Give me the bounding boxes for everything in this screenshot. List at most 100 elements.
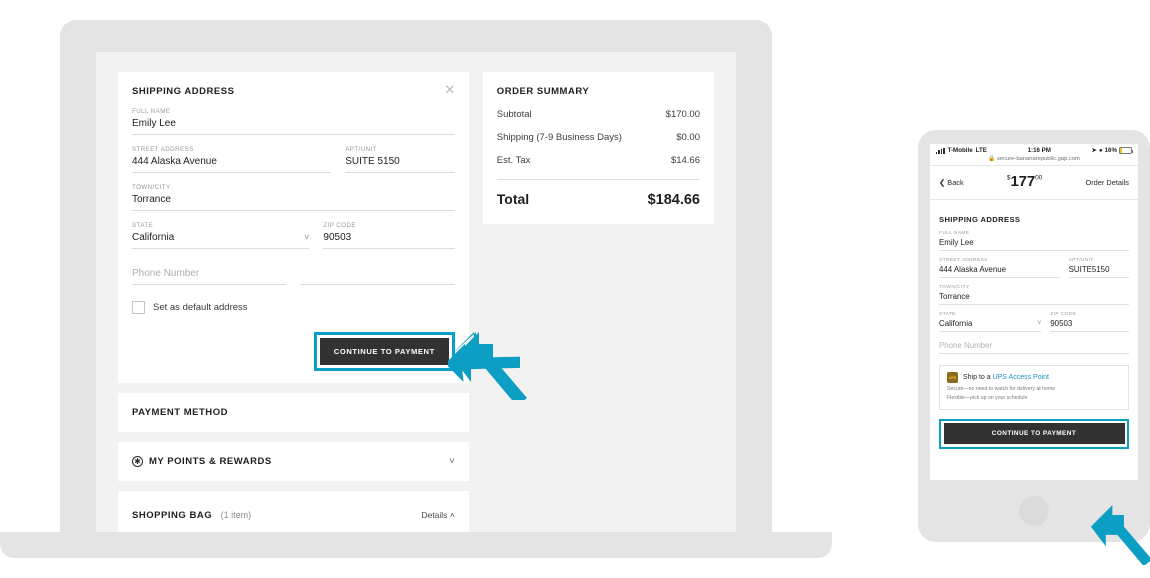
ups-access-point-link[interactable]: UPS Access Point — [993, 374, 1049, 381]
street-address-field[interactable]: STREET ADDRESS 444 Alaska Avenue — [132, 146, 332, 173]
apt-unit-field[interactable]: APT/UNIT SUITE 5150 — [345, 146, 455, 173]
mobile-full-name-field[interactable]: FULL NAME Emily Lee — [939, 231, 1129, 251]
continue-to-payment-button[interactable]: CONTINUE TO PAYMENT — [319, 338, 449, 365]
battery-icon — [1119, 147, 1134, 154]
back-button[interactable]: ❮ Back — [939, 178, 964, 187]
total-label: Total — [496, 191, 530, 207]
bag-details-toggle[interactable]: Details ˄ — [421, 510, 454, 520]
full-name-field[interactable]: FULL NAME Emily Lee — [132, 108, 455, 135]
mobile-shipping-title: SHIPPING ADDRESS — [939, 215, 1021, 224]
chevron-down-icon[interactable]: ˅ — [449, 456, 455, 467]
summary-row-subtotal: Subtotal $170.00 — [497, 109, 700, 120]
laptop-screen: SHIPPING ADDRESS ✕ FULL NAME Emily Lee S… — [96, 52, 736, 532]
zip-code-value: 90503 — [323, 232, 455, 249]
phone-number-placeholder: Phone Number — [132, 268, 287, 285]
shopping-bag-card: SHOPPING BAG (1 item) Details ˄ — [118, 491, 469, 532]
mobile-street-field[interactable]: STREET ADDRESS 444 Alaska Avenue — [939, 258, 1060, 278]
shopping-bag-title: SHOPPING BAG — [132, 510, 213, 521]
zip-code-label: ZIP CODE — [323, 222, 356, 229]
payment-method-card[interactable]: PAYMENT METHOD — [118, 393, 469, 432]
set-default-checkbox[interactable] — [132, 301, 145, 314]
zip-code-field[interactable]: ZIP CODE 90503 — [323, 222, 455, 249]
ups-benefit-line-1: Secure—no need to watch for delivery at … — [947, 386, 1056, 392]
summary-total-row: Total $184.66 — [497, 191, 700, 208]
street-address-value: 444 Alaska Avenue — [132, 156, 332, 173]
town-city-label: TOWN/CITY — [132, 184, 171, 191]
chevron-up-icon: ˄ — [449, 510, 455, 520]
mobile-street-value: 444 Alaska Avenue — [939, 265, 1060, 278]
mobile-url-bar[interactable]: 🔒 secure-bananarepublic.gap.com — [930, 154, 1138, 166]
continue-button-highlight: CONTINUE TO PAYMENT — [313, 332, 455, 371]
carrier-name: T-Mobile — [947, 147, 973, 154]
tax-value: $14.66 — [670, 155, 700, 166]
mobile-zip-field[interactable]: ZIP CODE 90503 — [1050, 312, 1129, 332]
url-text: secure-bananarepublic.gap.com — [997, 156, 1080, 162]
close-icon[interactable]: ✕ — [443, 83, 457, 97]
tax-label: Est. Tax — [496, 155, 531, 166]
state-select[interactable]: STATE California ˅ — [132, 222, 310, 249]
desktop-right-column: ORDER SUMMARY Subtotal $170.00 Shipping … — [482, 72, 714, 224]
mobile-phone-field[interactable]: Phone Number — [939, 341, 1129, 354]
back-label: Back — [947, 177, 964, 187]
full-name-value: Emily Lee — [132, 118, 455, 135]
order-summary-title: ORDER SUMMARY — [496, 86, 590, 97]
ups-access-point-box[interactable]: Ship to a UPS Access Point Secure—no nee… — [939, 365, 1129, 410]
subtotal-value: $170.00 — [665, 109, 700, 120]
summary-row-tax: Est. Tax $14.66 — [497, 155, 700, 166]
town-city-value: Torrance — [132, 194, 455, 211]
town-city-field[interactable]: TOWN/CITY Torrance — [132, 184, 455, 211]
mobile-phone-placeholder: Phone Number — [939, 341, 1129, 354]
rewards-title: MY POINTS & REWARDS — [149, 456, 272, 467]
extra-empty-value — [300, 268, 455, 285]
order-details-link[interactable]: Order Details — [1085, 178, 1129, 187]
state-value: California — [132, 232, 175, 243]
price-cents: 00 — [1035, 174, 1043, 182]
subtotal-label: Subtotal — [496, 109, 532, 120]
alarm-icon: ● — [1098, 147, 1103, 154]
summary-row-shipping: Shipping (7-9 Business Days) $0.00 — [497, 132, 700, 143]
mobile-zip-value: 90503 — [1050, 319, 1129, 332]
shipping-label: Shipping (7-9 Business Days) — [496, 132, 622, 143]
mobile-full-name-label: FULL NAME — [939, 231, 970, 236]
shopping-bag-count: (1 item) — [220, 510, 252, 520]
bag-details-label: Details — [421, 510, 448, 520]
price-whole: 177 — [1010, 173, 1036, 190]
lock-icon: 🔒 — [988, 156, 996, 162]
mobile-state-value: California — [939, 319, 973, 328]
mobile-town-field[interactable]: TOWN/CITY Torrance — [939, 285, 1129, 305]
apt-unit-value: SUITE 5150 — [345, 156, 455, 173]
set-default-address-row[interactable]: Set as default address — [132, 301, 455, 314]
phone-number-field[interactable]: Phone Number — [132, 268, 287, 285]
mobile-checkout-body: SHIPPING ADDRESS FULL NAME Emily Lee STR… — [930, 200, 1138, 449]
order-total-price: $17700 — [1007, 173, 1042, 191]
chevron-down-icon: ˅ — [304, 232, 310, 242]
mobile-town-label: TOWN/CITY — [939, 285, 970, 290]
phone-screen: T-Mobile LTE 1:16 PM ➤ ● 16% 🔒 secure-ba… — [930, 144, 1138, 480]
total-value: $184.66 — [647, 192, 700, 208]
rewards-card[interactable]: ✱ MY POINTS & REWARDS ˅ — [118, 442, 469, 481]
mobile-apt-field[interactable]: APT/UNIT SUITE5150 — [1068, 258, 1129, 278]
mobile-continue-to-payment-button[interactable]: CONTINUE TO PAYMENT — [943, 423, 1125, 445]
network-type: LTE — [975, 147, 987, 154]
phone-home-button[interactable] — [1019, 496, 1049, 526]
mobile-state-select[interactable]: STATE California ˅ — [939, 312, 1042, 332]
summary-divider — [496, 179, 700, 180]
battery-percent: 16% — [1104, 147, 1117, 154]
location-arrow-icon: ➤ — [1091, 147, 1097, 154]
apt-unit-label: APT/UNIT — [345, 146, 377, 153]
shipping-address-card: SHIPPING ADDRESS ✕ FULL NAME Emily Lee S… — [118, 72, 469, 383]
payment-method-title: PAYMENT METHOD — [132, 407, 228, 418]
ups-prefix: Ship to a — [963, 374, 993, 381]
shipping-value: $0.00 — [676, 132, 700, 143]
ups-benefit-line-2: Flexible—pick up on your schedule — [947, 394, 1028, 401]
laptop-device: SHIPPING ADDRESS ✕ FULL NAME Emily Lee S… — [0, 20, 832, 558]
desktop-checkout-page: SHIPPING ADDRESS ✕ FULL NAME Emily Lee S… — [96, 52, 736, 532]
mobile-state-label: STATE — [939, 312, 956, 317]
screenshot-stage: SHIPPING ADDRESS ✕ FULL NAME Emily Lee S… — [0, 0, 1150, 578]
mobile-apt-value: SUITE5150 — [1068, 265, 1129, 278]
status-time: 1:16 PM — [1027, 147, 1051, 154]
mobile-apt-label: APT/UNIT — [1068, 258, 1094, 263]
extra-empty-field[interactable] — [300, 268, 455, 285]
set-default-label: Set as default address — [153, 302, 248, 313]
mobile-zip-label: ZIP CODE — [1050, 312, 1077, 317]
